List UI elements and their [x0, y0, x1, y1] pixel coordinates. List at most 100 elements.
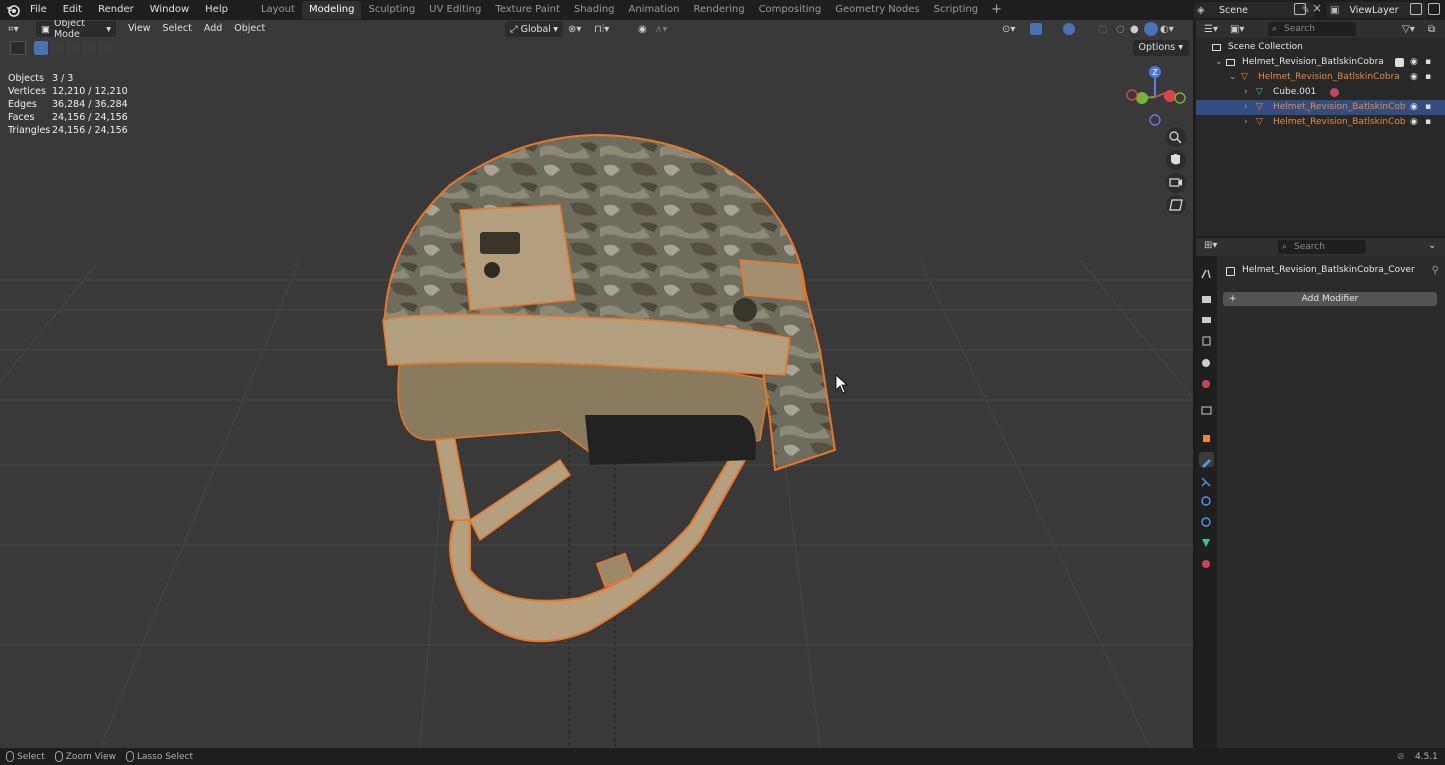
menu-edit[interactable]: Edit: [55, 0, 90, 20]
xray-icon[interactable]: ▢: [1098, 24, 1107, 35]
eye-icon[interactable]: ◉: [1410, 115, 1418, 130]
outliner-row-object[interactable]: › ▽ Cube.001: [1196, 85, 1445, 100]
mouse-cursor-icon: [835, 374, 849, 394]
row-label: Helmet_Revision_BatlskinCobra: [1258, 72, 1400, 82]
proportional-edit-icon[interactable]: ◉: [638, 24, 647, 35]
blender-logo-icon[interactable]: [6, 3, 20, 17]
overlays-icon[interactable]: [1063, 23, 1075, 35]
tab-shading[interactable]: Shading: [567, 1, 622, 19]
add-workspace-icon[interactable]: +: [985, 1, 1008, 19]
new-collection-icon[interactable]: ⧉: [1428, 24, 1435, 35]
3d-viewport[interactable]: Z ⌗▾ ▣ Object Mode ▾ View Select Add Obj…: [0, 20, 1193, 748]
properties-editor-type-icon[interactable]: ⊞▾: [1204, 240, 1217, 251]
navigation-gizmo[interactable]: Z: [1126, 66, 1186, 126]
falloff-icon[interactable]: ∧▾: [655, 24, 667, 35]
editor-type-icon[interactable]: ⌗▾: [8, 24, 28, 35]
modifier-object-icon: [1226, 267, 1235, 276]
chevron-right-icon[interactable]: ›: [1244, 85, 1248, 100]
select-intersect-icon[interactable]: [82, 41, 96, 55]
filter-icon[interactable]: ▽▾: [1402, 24, 1415, 35]
ortho-toggle-icon[interactable]: [1166, 195, 1186, 215]
delete-view-layer-icon[interactable]: [1428, 3, 1440, 15]
helmet-model[interactable]: [382, 133, 837, 643]
outliner-row-collection[interactable]: ⌄ Helmet_Revision_BatlskinCobra ◉ ▪: [1196, 55, 1445, 70]
outliner-search-input[interactable]: ⌕ Search: [1268, 22, 1356, 36]
select-subtract-icon[interactable]: [66, 41, 80, 55]
select-invert-icon[interactable]: [98, 41, 112, 55]
status-lasso-select: Lasso Select: [125, 751, 193, 762]
chevron-down-icon[interactable]: ⌄: [1215, 55, 1223, 70]
material-shading-icon[interactable]: [1144, 22, 1158, 36]
add-modifier-button[interactable]: + Add Modifier: [1223, 292, 1437, 306]
menu-file[interactable]: File: [26, 0, 55, 20]
menu-select[interactable]: Select: [157, 21, 198, 37]
search-icon: ⌕: [1272, 24, 1278, 34]
chevron-down-icon[interactable]: ⌄: [1229, 70, 1237, 85]
stat-row: Objects 3 / 3: [8, 72, 128, 85]
camera-icon[interactable]: ▪: [1425, 70, 1431, 85]
options-dropdown[interactable]: Options ▾: [1132, 40, 1189, 56]
select-box-tool-icon[interactable]: [10, 41, 26, 55]
chevron-right-icon[interactable]: ›: [1244, 100, 1248, 115]
new-view-layer-icon[interactable]: [1410, 3, 1422, 15]
tab-modeling[interactable]: Modeling: [301, 1, 362, 19]
select-new-icon[interactable]: [34, 41, 48, 55]
pivot-point-icon[interactable]: ⊗▾: [568, 24, 581, 35]
menu-object[interactable]: Object: [228, 21, 271, 37]
menu-window[interactable]: Window: [142, 0, 197, 20]
camera-icon[interactable]: ▪: [1425, 100, 1431, 115]
stat-row: Faces 24,156 / 24,156: [8, 111, 128, 124]
rendered-shading-icon[interactable]: ◐▾: [1160, 24, 1174, 35]
tab-layout[interactable]: Layout: [254, 1, 302, 19]
gizmo-y-axis[interactable]: [1136, 92, 1148, 104]
chevron-down-icon[interactable]: ⌄: [1428, 240, 1436, 251]
camera-icon[interactable]: ▪: [1425, 55, 1431, 70]
tab-compositing[interactable]: Compositing: [752, 1, 829, 19]
menu-view[interactable]: View: [122, 21, 157, 37]
outliner-row-object[interactable]: › ▽ Helmet_Revision_BatlskinCob ◉ ▪: [1196, 115, 1445, 130]
display-mode-icon[interactable]: ▣▾: [1230, 24, 1244, 35]
eye-icon[interactable]: ◉: [1410, 100, 1418, 115]
outliner-row-object[interactable]: ⌄ ▽ Helmet_Revision_BatlskinCobra ◉ ▪: [1196, 70, 1445, 85]
visibility-icon[interactable]: ⊙▾: [1002, 24, 1015, 35]
select-extend-icon[interactable]: [50, 41, 64, 55]
tab-sculpting[interactable]: Sculpting: [361, 1, 422, 19]
orientation-label: Global: [520, 23, 551, 35]
eye-icon[interactable]: ◉: [1410, 55, 1418, 70]
tab-scripting[interactable]: Scripting: [927, 1, 985, 19]
solid-shading-icon[interactable]: ●: [1130, 24, 1139, 35]
menu-add[interactable]: Add: [198, 21, 228, 37]
delete-scene-icon[interactable]: ×: [1312, 1, 1322, 15]
tab-uv-editing[interactable]: UV Editing: [422, 1, 488, 19]
mode-selector[interactable]: ▣ Object Mode ▾: [36, 20, 116, 40]
camera-icon[interactable]: ▪: [1425, 115, 1431, 130]
status-label: Select: [17, 751, 45, 762]
tab-rendering[interactable]: Rendering: [686, 1, 751, 19]
properties-editor: ⊞▾ ⌕ Search ⌄ Helmet_Revision_BatlskinCo…: [1196, 238, 1445, 748]
tab-geometry-nodes[interactable]: Geometry Nodes: [828, 1, 926, 19]
menu-render[interactable]: Render: [90, 0, 142, 20]
eye-icon[interactable]: ◉: [1410, 70, 1418, 85]
properties-search-input[interactable]: ⌕ Search: [1278, 240, 1366, 254]
outliner-row-object-selected[interactable]: › ▽ Helmet_Revision_BatlskinCob ◉ ▪: [1196, 100, 1445, 115]
stat-value: 12,210 / 12,210: [52, 86, 128, 97]
menu-help[interactable]: Help: [197, 0, 236, 20]
checkbox-icon[interactable]: [1395, 58, 1404, 67]
status-zoom-view: Zoom View: [54, 751, 116, 762]
tab-animation[interactable]: Animation: [622, 1, 687, 19]
camera-view-icon[interactable]: [1166, 173, 1186, 193]
new-scene-icon[interactable]: [1294, 3, 1306, 15]
outliner-editor-type-icon[interactable]: ☰▾: [1204, 24, 1218, 35]
gizmo-x-axis[interactable]: [1164, 90, 1176, 102]
pin-icon[interactable]: ⚲: [1432, 265, 1439, 276]
transform-orientation-selector[interactable]: ⤢ Global ▾: [505, 21, 563, 37]
viewport-scene[interactable]: Z: [0, 20, 1193, 748]
zoom-view-icon[interactable]: [1166, 127, 1186, 147]
chevron-right-icon[interactable]: ›: [1244, 115, 1248, 130]
row-label: Helmet_Revision_BatlskinCob: [1273, 102, 1406, 112]
outliner-row-scene-collection[interactable]: Scene Collection: [1196, 40, 1445, 55]
wireframe-shading-icon[interactable]: ◌: [1116, 24, 1125, 35]
snap-icon[interactable]: ⊓⫶▾: [594, 24, 609, 35]
gizmos-icon[interactable]: [1030, 23, 1042, 35]
tab-texture-paint[interactable]: Texture Paint: [488, 1, 567, 19]
